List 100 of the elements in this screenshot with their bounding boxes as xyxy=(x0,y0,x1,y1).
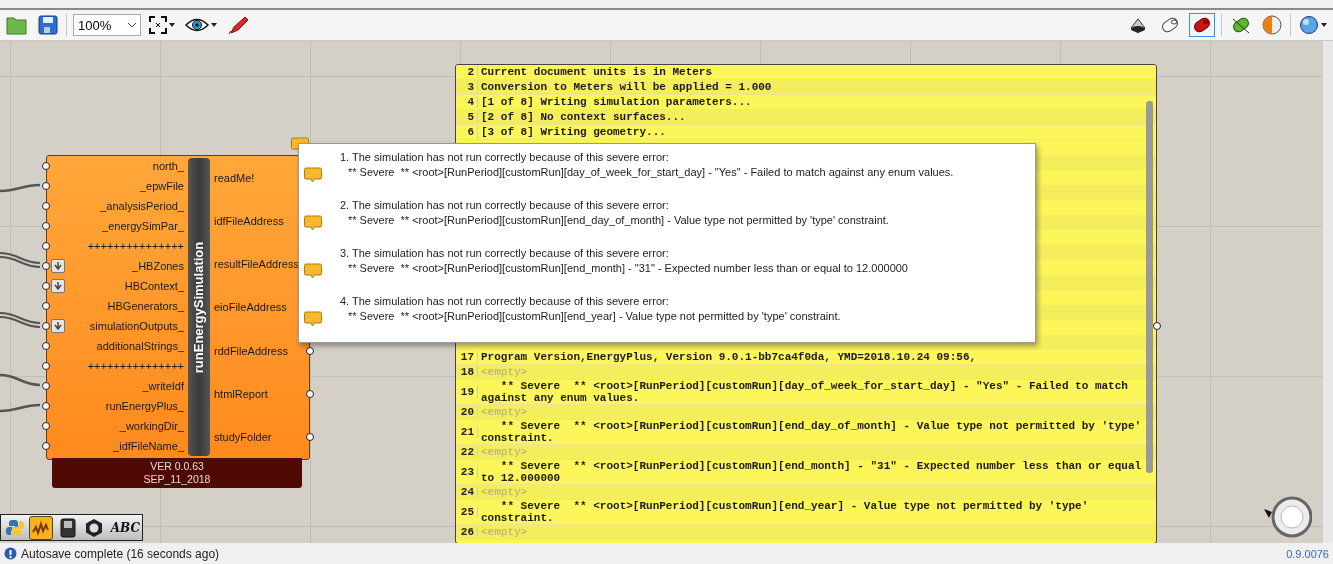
line-number: 26 xyxy=(456,526,478,538)
message-title: 3. The simulation has not run correctly because of this severe error: xyxy=(340,246,670,261)
line-number: 3 xyxy=(456,81,478,93)
message-detail: ** Severe ** <root>[RunPeriod][customRun][end_month] - "31" - Expected number less than or equal to 12.000000 xyxy=(347,261,908,276)
line-number: 4 xyxy=(456,96,478,108)
panel-line: [1 of 8] Writing simulation parameters... xyxy=(480,96,753,108)
output-connector[interactable] xyxy=(306,433,314,442)
caret-icon xyxy=(128,22,136,28)
output-connector[interactable] xyxy=(306,346,314,355)
line-number: 20 xyxy=(456,406,478,418)
scrollbar-thumb[interactable] xyxy=(1146,101,1153,473)
input-parameter: +++++++++++++++ xyxy=(87,240,184,252)
line-number: 6 xyxy=(456,126,478,138)
message-icon xyxy=(304,215,322,232)
down-arrow-icon[interactable] xyxy=(51,319,65,333)
line-number: 17 xyxy=(456,351,478,363)
version-label: VER 0.0.63 xyxy=(150,460,204,473)
panel-line: <empty> xyxy=(480,486,529,498)
down-arrow-icon[interactable] xyxy=(51,259,65,273)
input-parameter: _workingDir_ xyxy=(119,420,184,432)
message-title: 4. The simulation has not run correctly because of this severe error: xyxy=(340,294,670,309)
version-number: 0.9.0076 xyxy=(1286,547,1329,560)
profiler-icon[interactable] xyxy=(29,515,53,540)
panel-line: ** Severe ** <root>[RunPeriod][customRun][day_of_week_for_start_day] - "Yes" - Failed to match against any enum values. xyxy=(480,380,1129,404)
message-title: 1. The simulation has not run correctly because of this severe error: xyxy=(340,150,670,165)
input-parameter: runEnergyPlus_ xyxy=(105,400,184,412)
input-parameter: simulationOutputs_ xyxy=(89,320,184,332)
input-connector[interactable] xyxy=(42,222,50,230)
panel-line: <empty> xyxy=(480,406,529,418)
input-parameter: _HBZones xyxy=(132,260,184,272)
message-detail: ** Severe ** <root>[RunPeriod][customRun][end_year] - Value type not permitted by 'type' constraint. xyxy=(347,309,841,324)
status-message: Autosave complete (16 seconds ago) xyxy=(21,546,220,561)
panel-line: ** Severe ** <root>[RunPeriod][customRun][end_day_of_month] - Value type not permitted by 'type' constraint. xyxy=(480,420,1143,444)
line-number: 22 xyxy=(456,446,478,458)
input-connector[interactable] xyxy=(42,162,50,170)
message-icon xyxy=(304,311,322,328)
panel-line: ** Severe ** <root>[RunPeriod][customRun][end_month] - "31" - Expected number less than or equal to 12.000000 xyxy=(480,460,1143,484)
panel-connector[interactable] xyxy=(1153,322,1161,330)
panel-line: [2 of 8] No context surfaces... xyxy=(480,111,687,123)
message-detail: ** Severe ** <root>[RunPeriod][customRun][day_of_week_for_start_day] - "Yes" - Failed to match against any enum values. xyxy=(347,165,954,180)
output-parameter: htmlReport xyxy=(214,388,268,401)
input-connector[interactable] xyxy=(42,282,50,290)
message-title: 2. The simulation has not run correctly because of this severe error: xyxy=(340,198,670,213)
input-connector[interactable] xyxy=(42,422,50,430)
panel-line: [3 of 8] Writing geometry... xyxy=(480,126,667,138)
input-parameter: _writeIdf xyxy=(142,380,184,392)
output-parameter: resultFileAddress xyxy=(214,258,299,271)
caret-icon xyxy=(211,23,217,27)
component-title: runEnergySimulation xyxy=(191,241,207,373)
panel-line: Conversion to Meters will be applied = 1.000 xyxy=(480,81,773,93)
output-parameter: readMe! xyxy=(214,171,255,184)
line-number: 19 xyxy=(456,386,478,398)
input-connector[interactable] xyxy=(42,442,50,450)
panel-line: Current document units is in Meters xyxy=(480,66,714,78)
input-connector[interactable] xyxy=(42,302,50,310)
input-connector[interactable] xyxy=(42,202,50,210)
line-number: 23 xyxy=(456,466,478,478)
line-number: 25 xyxy=(456,506,478,518)
line-number: 24 xyxy=(456,486,478,498)
input-parameter: _energySimPar_ xyxy=(102,220,184,232)
save-icon[interactable] xyxy=(36,13,60,37)
message-detail: ** Severe ** <root>[RunPeriod][customRun][end_day_of_month] - Value type not permitted by 'type' constraint. xyxy=(347,213,889,228)
abc-button[interactable]: ABC xyxy=(108,520,142,535)
output-parameter: idfFileAddress xyxy=(214,214,284,227)
message-icon xyxy=(304,263,322,280)
output-connector[interactable] xyxy=(306,390,314,399)
input-parameter: _analysisPeriod_ xyxy=(100,200,184,212)
zoom-extents-icon[interactable] xyxy=(147,14,177,36)
output-parameter: rddFileAddress xyxy=(214,344,288,357)
input-connector[interactable] xyxy=(42,402,50,410)
input-connector[interactable] xyxy=(42,382,50,390)
input-connector[interactable] xyxy=(42,362,50,370)
input-parameter: _idfFileName_ xyxy=(113,440,184,452)
input-connector[interactable] xyxy=(42,322,50,330)
input-connector[interactable] xyxy=(42,242,50,250)
input-parameter: north_ xyxy=(152,160,184,172)
line-number: 2 xyxy=(456,66,478,78)
output-parameter: studyFolder xyxy=(214,431,272,444)
input-parameter: _epwFile xyxy=(139,180,184,192)
caret-icon xyxy=(169,23,175,27)
date-label: SEP_11_2018 xyxy=(143,473,211,486)
half-sphere-icon[interactable] xyxy=(1260,13,1284,37)
caret-icon xyxy=(1321,23,1327,27)
zoom-dropdown[interactable]: 100% xyxy=(73,14,141,36)
line-number: 5 xyxy=(456,111,478,123)
input-connector[interactable] xyxy=(42,182,50,190)
input-parameter: HBGenerators_ xyxy=(107,300,184,312)
panel-line: <empty> xyxy=(480,366,529,378)
input-connector[interactable] xyxy=(42,342,50,350)
line-number: 21 xyxy=(456,426,478,438)
panel-line: ** Severe ** <root>[RunPeriod][customRun][end_year] - Value type not permitted by 'type' constraint. xyxy=(480,500,1090,524)
panel-line: <empty> xyxy=(480,526,529,538)
input-parameter: +++++++++++++++ xyxy=(87,360,184,372)
cylinder-preview-icon[interactable] xyxy=(1189,13,1215,37)
panel-line: <empty> xyxy=(480,446,529,458)
input-connector[interactable] xyxy=(42,262,50,270)
output-parameter: eioFileAddress xyxy=(214,301,287,314)
input-parameter: additionalStrings_ xyxy=(96,340,184,352)
input-parameter: HBContext_ xyxy=(124,280,184,292)
down-arrow-icon[interactable] xyxy=(51,279,65,293)
